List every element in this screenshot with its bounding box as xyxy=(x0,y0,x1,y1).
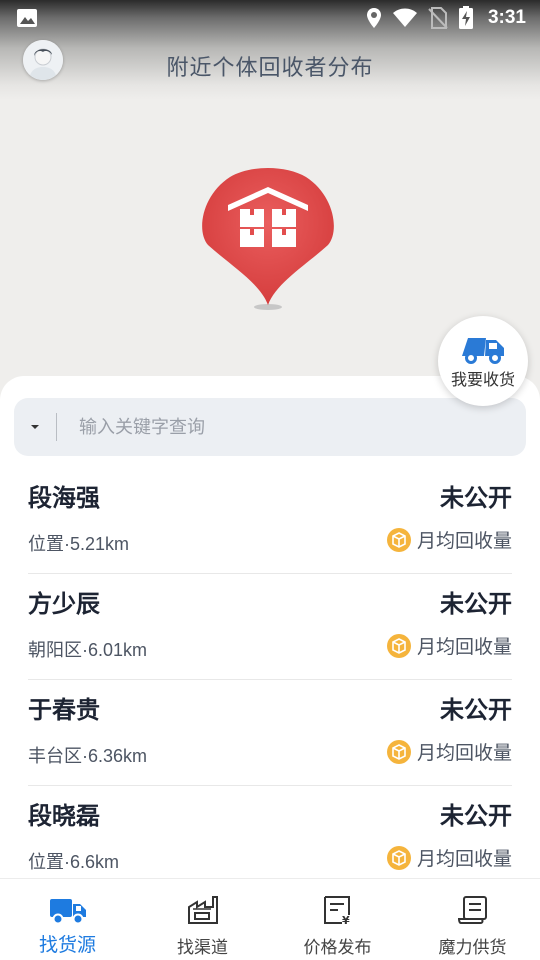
battery-charging-icon xyxy=(458,6,473,29)
receive-goods-label: 我要收货 xyxy=(450,372,515,389)
tab-label: 价格发布 xyxy=(303,938,372,957)
status-bar: 3:31 xyxy=(0,0,540,36)
package-coin-icon xyxy=(386,739,411,764)
collector-status: 未公开 xyxy=(440,803,512,830)
caret-down-icon xyxy=(31,425,39,429)
collector-status: 未公开 xyxy=(440,591,512,618)
price-doc-icon: ¥ xyxy=(323,896,350,925)
scroll-doc-icon xyxy=(457,896,487,924)
page-title: 附近个体回收者分布 xyxy=(166,55,374,80)
tab-price-publish[interactable]: ¥ 价格发布 xyxy=(270,879,405,960)
factory-icon xyxy=(187,896,218,924)
search-input[interactable] xyxy=(57,398,526,456)
collector-status: 未公开 xyxy=(440,485,512,512)
collector-sheet: 段海强 未公开 位置·5.21km 月均回收量 方少辰 未公开 朝阳区·6.01… xyxy=(0,376,540,892)
tab-label: 找货源 xyxy=(38,935,96,956)
monthly-volume: 月均回收量 xyxy=(386,738,512,765)
monthly-volume: 月均回收量 xyxy=(386,844,512,871)
collector-location: 位置·5.21km xyxy=(28,534,130,554)
list-item[interactable]: 段晓磊 未公开 位置·6.6km 月均回收量 xyxy=(28,786,512,892)
no-sim-icon xyxy=(428,7,448,29)
search-bar xyxy=(14,398,526,456)
image-icon xyxy=(17,9,37,27)
package-coin-icon xyxy=(386,633,411,658)
receive-goods-button[interactable]: 我要收货 xyxy=(438,316,528,406)
collector-name: 段晓磊 xyxy=(28,803,100,830)
truck-icon xyxy=(462,338,504,364)
monthly-volume-label: 月均回收量 xyxy=(416,743,512,764)
list-item[interactable]: 段海强 未公开 位置·5.21km 月均回收量 xyxy=(28,468,512,574)
svg-text:¥: ¥ xyxy=(342,914,350,925)
package-coin-icon xyxy=(386,527,411,552)
collector-list: 段海强 未公开 位置·5.21km 月均回收量 方少辰 未公开 朝阳区·6.01… xyxy=(28,468,512,892)
monthly-volume-label: 月均回收量 xyxy=(416,531,512,552)
collector-location: 朝阳区·6.01km xyxy=(28,640,148,660)
tab-label: 魔力供货 xyxy=(438,938,507,957)
tab-find-channel[interactable]: 找渠道 xyxy=(135,879,270,960)
collector-status: 未公开 xyxy=(440,697,512,724)
monthly-volume-label: 月均回收量 xyxy=(416,637,512,658)
list-item[interactable]: 方少辰 未公开 朝阳区·6.01km 月均回收量 xyxy=(28,574,512,680)
list-item[interactable]: 于春贵 未公开 丰台区·6.36km 月均回收量 xyxy=(28,680,512,786)
monthly-volume-label: 月均回收量 xyxy=(416,849,512,870)
truck-icon xyxy=(49,899,86,925)
bottom-tab-bar: 找货源 找渠道 ¥ 价格发布 魔力供货 xyxy=(0,878,540,960)
package-coin-icon xyxy=(386,845,411,870)
collector-name: 方少辰 xyxy=(28,591,100,618)
collector-location: 丰台区·6.36km xyxy=(28,746,148,766)
wifi-icon xyxy=(392,8,417,27)
tab-magic-supply[interactable]: 魔力供货 xyxy=(405,879,540,960)
status-time: 3:31 xyxy=(487,7,526,28)
warehouse-pin-icon[interactable] xyxy=(200,165,336,313)
tab-label: 找渠道 xyxy=(177,938,228,957)
location-icon xyxy=(366,8,381,28)
search-filter-dropdown[interactable] xyxy=(14,398,56,456)
collector-name: 于春贵 xyxy=(28,697,100,724)
collector-name: 段海强 xyxy=(28,485,100,512)
monthly-volume: 月均回收量 xyxy=(386,632,512,659)
header: 附近个体回收者分布 xyxy=(0,40,540,92)
monthly-volume: 月均回收量 xyxy=(386,526,512,553)
tab-find-goods[interactable]: 找货源 xyxy=(0,879,135,960)
collector-location: 位置·6.6km xyxy=(28,852,120,872)
